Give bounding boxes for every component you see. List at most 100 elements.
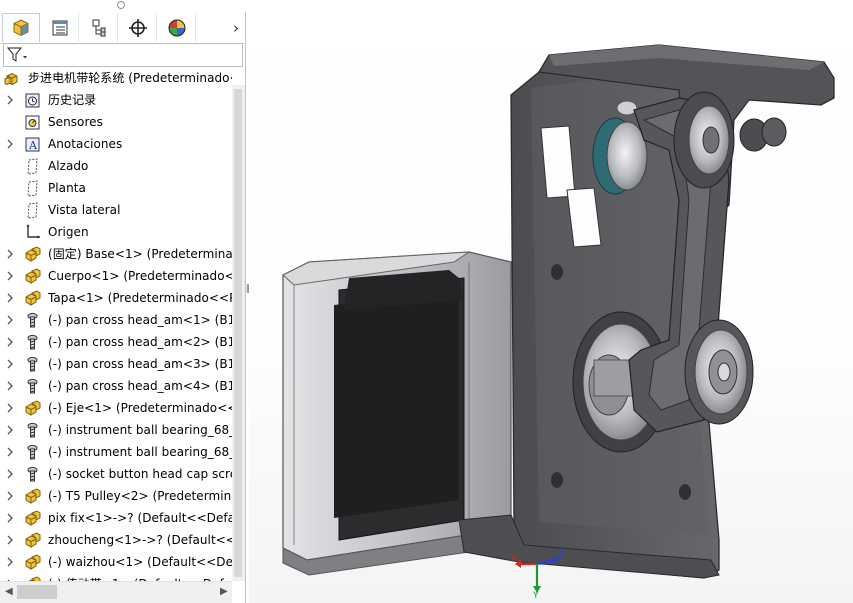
scroll-right-icon[interactable]: ▶ — [220, 586, 228, 597]
tree-item[interactable]: (-) T5 Pulley<2> (Predetermina — [0, 485, 232, 507]
tensioner-bearing[interactable] — [684, 319, 754, 425]
tree-item[interactable]: (-) pan cross head_am<1> (B18 — [0, 309, 232, 331]
expand-arrow-icon[interactable] — [6, 446, 14, 457]
tree-item[interactable]: (-) 传动带<1> (Default<<Def — [0, 573, 232, 581]
expand-arrow-icon[interactable] — [6, 336, 14, 347]
tree-item[interactable]: Planta — [0, 177, 232, 199]
scroll-left-icon[interactable]: ◀ — [5, 586, 13, 597]
tree-item[interactable]: (-) pan cross head_am<3> (B18 — [0, 353, 232, 375]
screw-icon — [24, 422, 41, 439]
expand-arrow-icon[interactable] — [6, 402, 14, 413]
tree-item[interactable]: (-) socket button head cap scre — [0, 463, 232, 485]
upper-pulley[interactable] — [673, 91, 735, 189]
feature-tree: 步进电机带轮系统 (Predeterminado< 历史记录 Sensores A An… — [0, 67, 232, 581]
tree-item-label: (-) waizhou<1> (Default<<Defa — [48, 555, 232, 569]
more-tabs-arrow[interactable]: › — [228, 19, 244, 37]
expand-arrow-icon[interactable] — [6, 380, 14, 391]
tree-item-label: (-) pan cross head_am<1> (B18 — [48, 313, 232, 327]
tree-item[interactable]: (-) pan cross head_am<4> (B18 — [0, 375, 232, 397]
assembly-icon — [4, 70, 21, 87]
tree-item[interactable]: (-) pan cross head_am<2> (B18 — [0, 331, 232, 353]
tree-vertical-scrollbar[interactable] — [232, 85, 245, 581]
tree-item[interactable]: Cuerpo<1> (Predeterminado<< — [0, 265, 232, 287]
tree-item-label: Alzado — [48, 159, 89, 173]
tree-item[interactable]: (-) Eje<1> (Predeterminado<<P — [0, 397, 232, 419]
history-icon — [24, 92, 41, 109]
tree-item[interactable]: (-) instrument ball bearing_68_a — [0, 441, 232, 463]
dimxpert-tab[interactable] — [119, 13, 157, 42]
expand-arrow-icon[interactable] — [6, 512, 14, 523]
scroll-thumb[interactable] — [234, 89, 242, 577]
grip-handle[interactable] — [117, 1, 125, 9]
tree-item-label: Sensores — [48, 115, 103, 129]
origin-icon — [24, 224, 41, 241]
axis-x-label: X — [511, 554, 518, 564]
tree-item-label: (-) Eje<1> (Predeterminado<<P — [48, 401, 232, 415]
manager-tab-bar: › — [0, 13, 246, 44]
tree-item[interactable]: 步进电机带轮系统 (Predeterminado< — [0, 67, 232, 89]
annotation-icon: A — [24, 136, 41, 153]
part-icon — [24, 510, 41, 527]
tree-item[interactable]: zhoucheng<1>->? (Default<<D — [0, 529, 232, 551]
filter-icon[interactable] — [7, 47, 29, 63]
expand-arrow-icon[interactable] — [6, 534, 14, 545]
part-cube-icon — [13, 19, 29, 37]
tree-filter[interactable] — [3, 43, 243, 67]
plane-icon — [24, 180, 41, 197]
screw-icon — [24, 378, 41, 395]
tree-horizontal-scrollbar[interactable]: ◀ ▶ — [0, 581, 232, 603]
expand-arrow-icon[interactable] — [6, 468, 14, 479]
assembly-model[interactable] — [249, 0, 853, 603]
tree-item-label: 历史记录 — [48, 93, 97, 107]
panel-grip[interactable] — [0, 0, 246, 12]
tree-item-label: (-) T5 Pulley<2> (Predetermina — [48, 489, 232, 503]
tree-item-label: Anotaciones — [48, 137, 123, 151]
screw-icon — [24, 334, 41, 351]
expand-arrow-icon[interactable] — [6, 248, 14, 259]
configuration-manager-tab[interactable] — [80, 13, 118, 42]
expand-arrow-icon[interactable] — [6, 292, 14, 303]
tree-item-label: Origen — [48, 225, 89, 239]
expand-arrow-icon[interactable] — [6, 270, 14, 281]
tree-item[interactable]: 历史记录 — [0, 89, 232, 111]
expand-arrow-icon[interactable] — [6, 556, 14, 567]
tree-item-label: 步进电机带轮系统 (Predeterminado< — [28, 71, 232, 85]
tree-item[interactable]: (-) waizhou<1> (Default<<Defa — [0, 551, 232, 573]
crosshair-icon — [128, 18, 147, 37]
tree-item-label: Tapa<1> (Predeterminado<<P — [48, 291, 232, 305]
tree-item[interactable]: (-) instrument ball bearing_68_a — [0, 419, 232, 441]
tree-item[interactable]: A Anotaciones — [0, 133, 232, 155]
expand-arrow-icon[interactable] — [6, 358, 14, 369]
property-manager-tab[interactable] — [41, 13, 79, 42]
property-list-icon — [52, 20, 67, 35]
tree-item-label: (-) instrument ball bearing_68_a — [48, 423, 232, 437]
tree-item-label: Planta — [48, 181, 86, 195]
tree-item[interactable]: pix fix<1>->? (Default<<Defaul — [0, 507, 232, 529]
tree-item[interactable]: Sensores — [0, 111, 232, 133]
tree-item[interactable]: Tapa<1> (Predeterminado<<P — [0, 287, 232, 309]
tree-item[interactable]: Vista lateral — [0, 199, 232, 221]
expand-arrow-icon[interactable] — [6, 94, 14, 105]
plane-icon — [24, 158, 41, 175]
tree-item[interactable]: Origen — [0, 221, 232, 243]
graphics-area[interactable]: X Z Y — [249, 0, 853, 603]
display-manager-tab[interactable] — [158, 13, 196, 42]
appearance-ball-icon — [168, 19, 185, 36]
expand-arrow-icon[interactable] — [6, 138, 14, 149]
feature-manager-tab[interactable] — [2, 13, 40, 42]
tree-item-label: (固定) Base<1> (Predeterminado — [48, 247, 232, 261]
configuration-icon — [92, 19, 105, 36]
expand-arrow-icon[interactable] — [6, 314, 14, 325]
screw-icon — [24, 466, 41, 483]
tree-item[interactable]: Alzado — [0, 155, 232, 177]
svg-text:A: A — [28, 139, 38, 152]
expand-arrow-icon[interactable] — [6, 490, 14, 501]
tree-item-label: Vista lateral — [48, 203, 121, 217]
feature-manager-panel: › 步进电机带轮系统 (Predeterminado< 历史记录 Sensores A… — [0, 0, 246, 603]
scroll-thumb-horizontal[interactable] — [17, 585, 57, 599]
screw-icon — [24, 312, 41, 329]
expand-arrow-icon[interactable] — [6, 424, 14, 435]
tree-item-label: (-) instrument ball bearing_68_a — [48, 445, 232, 459]
tree-item-label: zhoucheng<1>->? (Default<<D — [48, 533, 232, 547]
tree-item[interactable]: (固定) Base<1> (Predeterminado — [0, 243, 232, 265]
